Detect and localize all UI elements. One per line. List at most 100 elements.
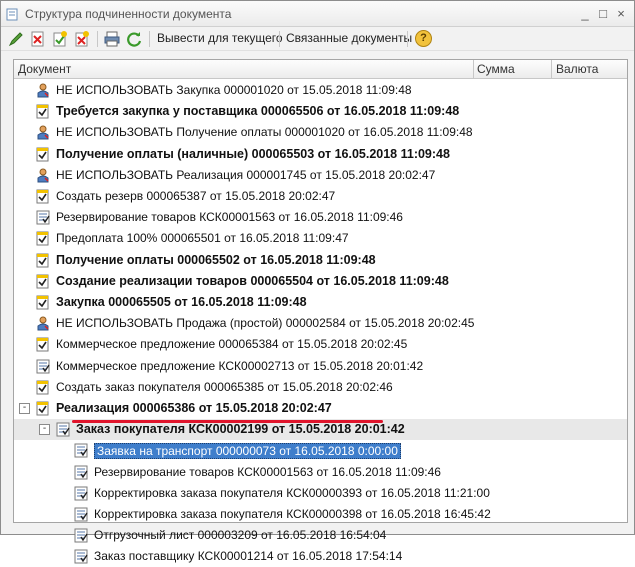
maximize-button[interactable]: □ <box>595 6 611 22</box>
collapse-toggle-icon[interactable]: - <box>39 424 50 436</box>
toolbar-separator <box>279 31 280 47</box>
toolbar-separator <box>97 31 98 47</box>
column-header-amount[interactable]: Сумма <box>477 62 515 76</box>
tree-row[interactable]: Создание реализации товаров 000065504 от… <box>14 271 627 292</box>
toolbar-separator <box>149 31 150 47</box>
tree-row[interactable]: Резервирование товаров КСК00001563 от 16… <box>14 207 627 228</box>
row-label: Резервирование товаров КСК00001563 от 16… <box>56 210 403 225</box>
doc-list-icon <box>74 549 88 564</box>
tree-row[interactable]: Получение оплаты (наличные) 000065503 от… <box>14 144 627 165</box>
row-label: Заказ поставщику КСК00001214 от 16.05.20… <box>94 549 403 564</box>
delete-mark-icon[interactable] <box>29 30 47 48</box>
document-structure-window: Структура подчиненности документа _ □ × <box>0 0 635 564</box>
row-label: Предоплата 100% 000065501 от 16.05.2018 … <box>56 231 349 246</box>
row-label: Коммерческое предложение КСК00002713 от … <box>56 358 424 373</box>
tree-row[interactable]: Отгрузочный лист 000003209 от 16.05.2018… <box>14 525 627 546</box>
unpost-document-icon[interactable] <box>73 30 91 48</box>
document-tree-grid[interactable]: Документ Сумма Валюта НЕ ИСПОЛЬЗОВАТЬ За… <box>13 59 628 564</box>
row-label: Получение оплаты 000065502 от 16.05.2018… <box>56 252 376 267</box>
help-button[interactable]: ? <box>415 30 432 47</box>
edit-icon[interactable] <box>7 30 25 48</box>
print-icon[interactable] <box>103 30 121 48</box>
window-title: Структура подчиненности документа <box>25 7 232 21</box>
doc-user-icon <box>37 83 49 98</box>
row-label: Создать заказ покупателя 000065385 от 15… <box>56 379 393 394</box>
doc-user-icon <box>37 125 49 140</box>
refresh-icon[interactable] <box>125 30 143 48</box>
doc-check-icon <box>36 401 49 416</box>
row-label: Коммерческое предложение 000065384 от 15… <box>56 337 408 352</box>
row-label: Резервирование товаров КСК00001563 от 16… <box>94 464 441 479</box>
doc-check-icon <box>36 380 49 395</box>
tree-row[interactable]: Требуется закупка у поставщика 000065506… <box>14 101 627 122</box>
app-icon <box>6 8 18 21</box>
doc-check-icon <box>36 147 49 162</box>
row-label: Корректировка заказа покупателя КСК00000… <box>94 507 491 521</box>
doc-user-icon <box>37 316 49 331</box>
row-label: НЕ ИСПОЛЬЗОВАТЬ Продажа (простой) 000002… <box>56 316 475 331</box>
row-label: НЕ ИСПОЛЬЗОВАТЬ Закупка 000001020 от 15.… <box>56 83 412 97</box>
row-label: НЕ ИСПОЛЬЗОВАТЬ Получение оплаты 0000010… <box>56 125 473 140</box>
doc-check-icon <box>36 295 49 310</box>
post-document-icon[interactable] <box>51 30 69 48</box>
doc-check-icon <box>36 337 49 352</box>
column-header-currency[interactable]: Валюта <box>556 62 598 76</box>
tree-row[interactable]: НЕ ИСПОЛЬЗОВАТЬ Реализация 000001745 от … <box>14 165 627 186</box>
toolbar-separator <box>407 31 408 47</box>
doc-list-icon <box>74 486 88 501</box>
doc-check-icon <box>36 274 49 289</box>
red-underline-annotation <box>72 420 383 423</box>
close-button[interactable]: × <box>613 6 629 22</box>
selected-row-label: Заявка на транспорт 000000073 от 16.05.2… <box>94 443 401 460</box>
collapse-toggle-icon[interactable]: - <box>19 403 30 414</box>
tree-row[interactable]: Получение оплаты 000065502 от 16.05.2018… <box>14 250 627 271</box>
minimize-button[interactable]: _ <box>577 6 593 22</box>
tree-row[interactable]: Предоплата 100% 000065501 от 16.05.2018 … <box>14 228 627 249</box>
row-label: Отгрузочный лист 000003209 от 16.05.2018… <box>94 528 387 543</box>
row-label: НЕ ИСПОЛЬЗОВАТЬ Реализация 000001745 от … <box>56 167 436 182</box>
row-label: Реализация 000065386 от 15.05.2018 20:02… <box>56 401 332 415</box>
doc-check-icon <box>36 189 49 204</box>
tree-row[interactable]: НЕ ИСПОЛЬЗОВАТЬ Продажа (простой) 000002… <box>14 313 627 334</box>
column-divider[interactable] <box>551 60 552 79</box>
doc-list-icon <box>56 422 70 437</box>
tree-row[interactable]: Коммерческое предложение КСК00002713 от … <box>14 356 627 377</box>
tree-row[interactable]: Резервирование товаров КСК00001563 от 16… <box>14 462 627 483</box>
row-label: Закупка 000065505 от 16.05.2018 11:09:48 <box>56 295 307 309</box>
tree-row[interactable]: НЕ ИСПОЛЬЗОВАТЬ Закупка 000001020 от 15.… <box>14 80 627 101</box>
column-divider[interactable] <box>473 60 474 79</box>
tree-row[interactable]: Заявка на транспорт 000000073 от 16.05.2… <box>14 440 627 461</box>
tree-row[interactable]: Закупка 000065505 от 16.05.2018 11:09:48 <box>14 292 627 313</box>
doc-user-icon <box>37 168 49 183</box>
doc-check-icon <box>36 231 49 246</box>
doc-list-icon <box>74 507 88 522</box>
grid-header: Документ Сумма Валюта <box>14 60 627 79</box>
row-label: Заказ покупателя КСК00002199 от 15.05.20… <box>76 422 405 437</box>
tree-row[interactable]: НЕ ИСПОЛЬЗОВАТЬ Получение оплаты 0000010… <box>14 122 627 143</box>
tree-row[interactable]: Создать резерв 000065387 от 15.05.2018 2… <box>14 186 627 207</box>
row-label: Получение оплаты (наличные) 000065503 от… <box>56 146 450 161</box>
related-documents-button[interactable]: Связанные документы <box>286 31 412 45</box>
row-label: Создать резерв 000065387 от 15.05.2018 2… <box>56 189 336 203</box>
doc-list-icon <box>74 465 88 480</box>
doc-list-icon <box>36 210 50 225</box>
help-icon: ? <box>420 32 427 44</box>
doc-list-icon <box>74 443 88 458</box>
print-current-button[interactable]: Вывести для текущего <box>157 31 283 45</box>
row-label: Создание реализации товаров 000065504 от… <box>56 273 449 288</box>
tree-row[interactable]: Заказ поставщику КСК00001214 от 16.05.20… <box>14 546 627 567</box>
tree-row[interactable]: Корректировка заказа покупателя КСК00000… <box>14 483 627 504</box>
tree-row[interactable]: - Реализация 000065386 от 15.05.2018 20:0… <box>14 398 627 419</box>
row-label: Требуется закупка у поставщика 000065506… <box>56 104 460 119</box>
doc-check-icon <box>36 253 49 268</box>
doc-check-icon <box>36 104 49 119</box>
row-label: Корректировка заказа покупателя КСК00000… <box>94 485 490 500</box>
doc-list-icon <box>74 528 88 543</box>
tree-row[interactable]: Коммерческое предложение 000065384 от 15… <box>14 334 627 355</box>
title-bar: Структура подчиненности документа _ □ × <box>1 1 634 27</box>
doc-list-icon <box>36 359 50 374</box>
toolbar: Вывести для текущего Связанные документы… <box>1 27 634 51</box>
tree-row[interactable]: Корректировка заказа покупателя КСК00000… <box>14 504 627 525</box>
column-header-document[interactable]: Документ <box>18 62 71 76</box>
tree-row[interactable]: Создать заказ покупателя 000065385 от 15… <box>14 377 627 398</box>
